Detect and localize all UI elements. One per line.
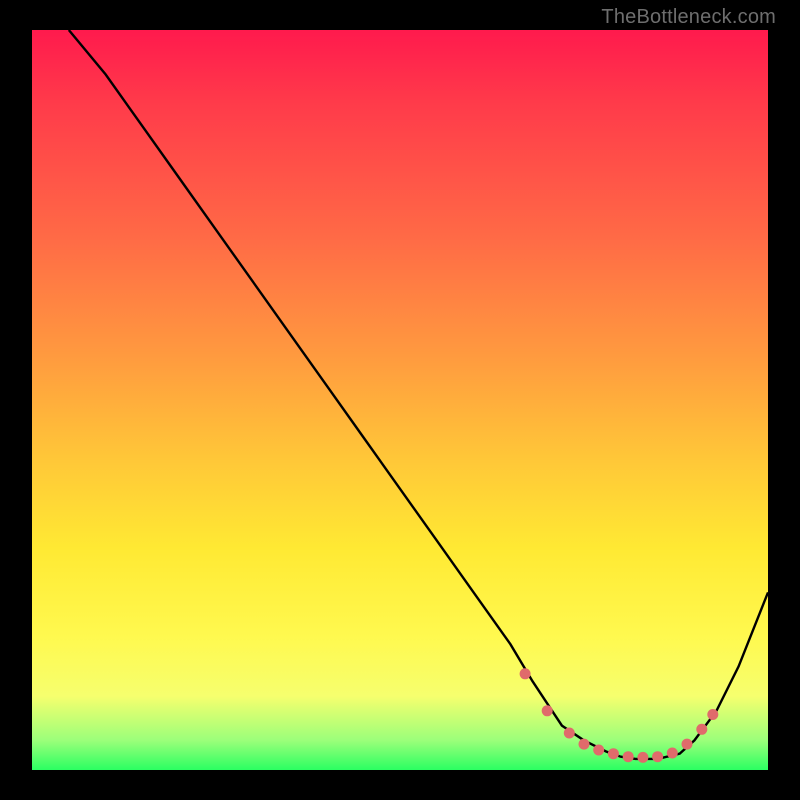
optimal-dot (696, 724, 707, 735)
curve-layer (32, 30, 768, 770)
optimal-dot (542, 705, 553, 716)
optimal-dot (608, 748, 619, 759)
optimal-dot (564, 728, 575, 739)
optimal-dot (637, 752, 648, 763)
optimal-dot (682, 739, 693, 750)
optimal-dot (623, 751, 634, 762)
bottleneck-curve (69, 30, 768, 759)
watermark-text: TheBottleneck.com (601, 6, 776, 29)
optimal-dot (707, 709, 718, 720)
optimal-dot (652, 751, 663, 762)
optimal-dot (593, 745, 604, 756)
optimal-dot (520, 668, 531, 679)
optimal-dot (667, 748, 678, 759)
optimal-range-dots (520, 668, 719, 763)
optimal-dot (579, 739, 590, 750)
plot-area (32, 30, 768, 770)
chart-frame: TheBottleneck.com (0, 0, 800, 800)
